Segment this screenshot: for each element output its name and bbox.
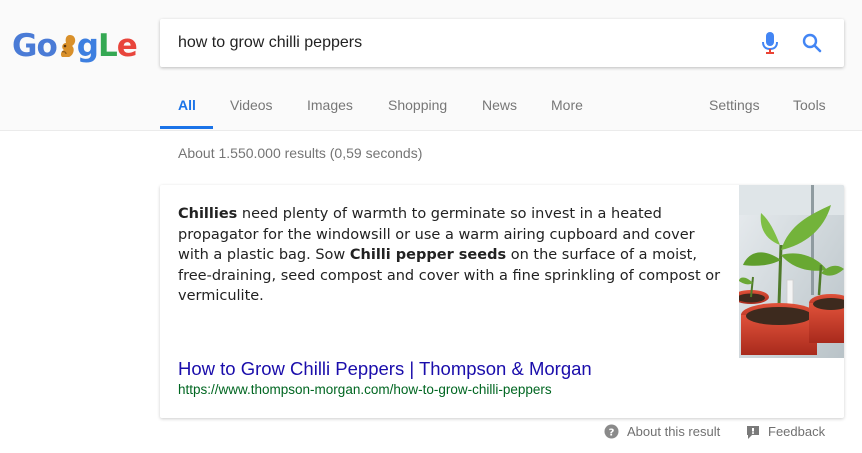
tab-shopping[interactable]: Shopping bbox=[388, 90, 447, 130]
help-circle-icon: ? bbox=[604, 424, 619, 439]
active-tab-indicator bbox=[160, 126, 213, 129]
feedback-flag-icon bbox=[747, 426, 759, 439]
snippet-text: Chillies need plenty of warmth to germin… bbox=[178, 204, 723, 307]
tab-news[interactable]: News bbox=[482, 90, 517, 130]
about-this-result-label: About this result bbox=[627, 424, 721, 439]
logo-letters-go: Go bbox=[12, 28, 58, 64]
tab-images[interactable]: Images bbox=[307, 90, 353, 130]
tab-tools[interactable]: Tools bbox=[793, 90, 826, 130]
logo-letter-l: L bbox=[97, 28, 118, 64]
tab-videos[interactable]: Videos bbox=[230, 90, 273, 130]
squirrel-doodle-icon bbox=[60, 35, 75, 57]
microphone-icon[interactable] bbox=[760, 31, 780, 55]
google-doodle-logo[interactable]: Go gLe bbox=[12, 26, 138, 66]
feedback-link[interactable]: Feedback bbox=[746, 423, 825, 441]
logo-letter-e: e bbox=[116, 28, 138, 64]
featured-snippet-card: Chillies need plenty of warmth to germin… bbox=[160, 185, 844, 418]
logo-letter-g: g bbox=[76, 28, 99, 64]
result-title-link[interactable]: How to Grow Chilli Peppers | Thompson & … bbox=[178, 358, 592, 380]
snippet-bold: Chilli pepper seeds bbox=[349, 247, 507, 263]
search-box bbox=[160, 19, 844, 67]
tab-more[interactable]: More bbox=[551, 90, 583, 130]
feedback-label: Feedback bbox=[768, 424, 826, 439]
header: Go gLe All Videos Images Shopping News M… bbox=[0, 0, 862, 131]
about-this-result-link[interactable]: ? About this result bbox=[604, 423, 720, 441]
tab-all[interactable]: All bbox=[178, 90, 196, 130]
search-input[interactable] bbox=[178, 19, 738, 67]
snippet-thumbnail-image[interactable] bbox=[739, 185, 844, 358]
svg-text:?: ? bbox=[609, 428, 615, 439]
result-url[interactable]: https://www.thompson-morgan.com/how-to-g… bbox=[178, 382, 552, 397]
snippet-bold: Chillies bbox=[178, 206, 238, 222]
tab-settings[interactable]: Settings bbox=[709, 90, 760, 130]
result-stats: About 1.550.000 results (0,59 seconds) bbox=[178, 145, 423, 161]
search-icon[interactable] bbox=[800, 31, 824, 55]
